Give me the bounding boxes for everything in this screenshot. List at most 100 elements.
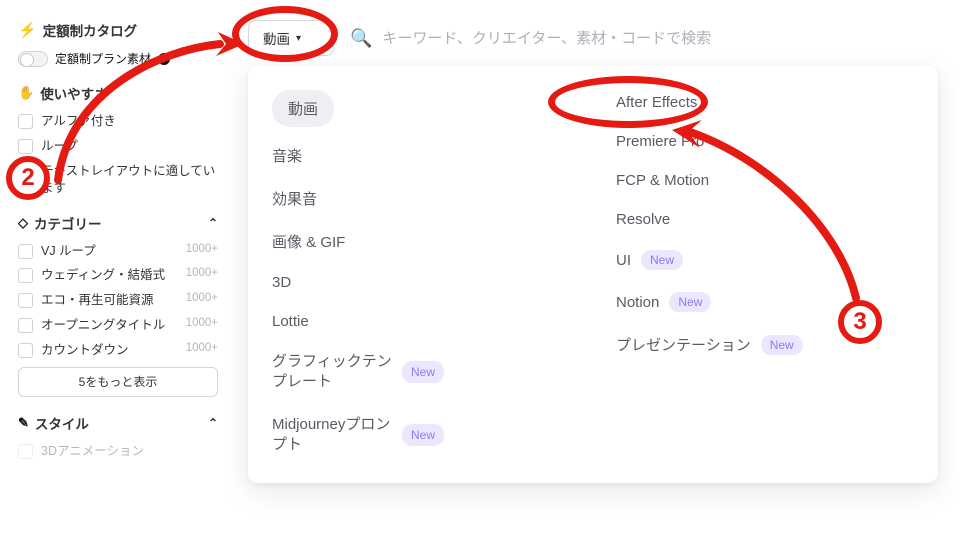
panel-item-midjourney[interactable]: Midjourneyプロンプト New (272, 411, 570, 460)
catalog-title: ⚡ 定額制カタログ (18, 20, 218, 40)
checkbox[interactable] (18, 343, 33, 358)
usability-section: ✋ 使いやすさ アルファ付き ループ テキストレイアウトに適しています (18, 83, 218, 197)
new-badge: New (641, 250, 683, 270)
panel-item-label: FCP & Motion (616, 172, 709, 189)
panel-item-fcp-motion[interactable]: FCP & Motion (616, 168, 914, 193)
checkbox-label: オープニングタイトル (41, 317, 178, 334)
panel-item-image-gif[interactable]: 画像 & GIF (272, 227, 570, 256)
category-section: ◇ カテゴリー ⌃ VJ ループ 1000+ ウェディング・結婚式 1000+ … (18, 213, 218, 397)
category-header[interactable]: ◇ カテゴリー ⌃ (18, 213, 218, 233)
caret-down-icon: ▾ (296, 33, 301, 44)
checkbox[interactable] (18, 139, 33, 154)
style-title: スタイル (35, 413, 89, 433)
panel-item-ui[interactable]: UI New (616, 246, 914, 274)
panel-item-label: Resolve (616, 211, 670, 228)
panel-item-premiere-pro[interactable]: Premiere Pro (616, 129, 914, 154)
count: 1000+ (186, 243, 218, 255)
checkbox-label: アルファ付き (41, 113, 218, 130)
usability-title: 使いやすさ (40, 83, 108, 103)
panel-item-label: 3D (272, 274, 291, 291)
info-icon[interactable]: i (158, 53, 170, 65)
panel-item-label: 音楽 (272, 145, 302, 166)
panel-item-resolve[interactable]: Resolve (616, 207, 914, 232)
checkbox[interactable] (18, 114, 33, 129)
new-badge: New (402, 424, 444, 446)
usability-item-textlayout[interactable]: テキストレイアウトに適しています (18, 163, 218, 197)
category-title: カテゴリー (34, 213, 102, 233)
panel-item-label: UI (616, 252, 631, 269)
panel-item-graphic-templates[interactable]: グラフィックテンプレート New (272, 348, 570, 397)
panel-col-1: 動画 音楽 効果音 画像 & GIF 3D Lottie グラフィックテンプレー… (272, 90, 570, 459)
panel-col-2: After Effects Premiere Pro FCP & Motion … (616, 90, 914, 459)
search-input[interactable] (382, 30, 932, 47)
plan-toggle[interactable] (18, 51, 48, 67)
count: 1000+ (186, 292, 218, 304)
type-dropdown[interactable]: 動画 ▾ (248, 20, 334, 56)
checkbox-label: ループ (41, 138, 218, 155)
usability-header[interactable]: ✋ 使いやすさ (18, 83, 218, 103)
catalog-title-text: 定額制カタログ (43, 20, 138, 40)
panel-item-label: Midjourneyプロンプト (272, 415, 392, 456)
checkbox-label: 3Dアニメーション (41, 443, 218, 460)
panel-item-3d[interactable]: 3D (272, 270, 570, 295)
style-header[interactable]: ✎ スタイル ⌃ (18, 413, 218, 433)
panel-item-label: Premiere Pro (616, 133, 704, 150)
checkbox[interactable] (18, 318, 33, 333)
panel-item-label: Notion (616, 294, 659, 311)
panel-item-sfx[interactable]: 効果音 (272, 184, 570, 213)
type-dropdown-panel: 動画 音楽 効果音 画像 & GIF 3D Lottie グラフィックテンプレー… (248, 66, 938, 483)
panel-item-video[interactable]: 動画 (272, 90, 570, 127)
search-icon: 🔍 (350, 28, 372, 49)
pill: 動画 (272, 90, 334, 127)
panel-item-music[interactable]: 音楽 (272, 141, 570, 170)
show-more-button[interactable]: 5をもっと表示 (18, 367, 218, 397)
checkbox-label: テキストレイアウトに適しています (41, 163, 218, 197)
style-item[interactable]: 3Dアニメーション (18, 443, 218, 460)
tag-icon: ◇ (18, 215, 28, 231)
count: 1000+ (186, 267, 218, 279)
checkbox[interactable] (18, 293, 33, 308)
count: 1000+ (186, 317, 218, 329)
panel-item-label: プレゼンテーション (616, 334, 751, 355)
new-badge: New (669, 292, 711, 312)
panel-item-lottie[interactable]: Lottie (272, 309, 570, 334)
catalog-section: ⚡ 定額制カタログ 定額制プラン素材 i (18, 20, 218, 67)
panel-item-label: After Effects (616, 94, 697, 111)
chevron-up-icon: ⌃ (208, 416, 218, 430)
category-item[interactable]: ウェディング・結婚式 1000+ (18, 267, 218, 284)
new-badge: New (761, 335, 803, 355)
checkbox[interactable] (18, 244, 33, 259)
hand-icon: ✋ (18, 85, 34, 101)
style-section: ✎ スタイル ⌃ 3Dアニメーション (18, 413, 218, 460)
plan-row: 定額制プラン素材 i (18, 50, 218, 67)
panel-item-label: 画像 & GIF (272, 231, 345, 252)
topbar: 動画 ▾ 🔍 (248, 18, 932, 58)
checkbox-label: エコ・再生可能資源 (41, 292, 178, 309)
panel-item-after-effects[interactable]: After Effects (616, 90, 914, 115)
category-item[interactable]: オープニングタイトル 1000+ (18, 317, 218, 334)
checkbox-label: ウェディング・結婚式 (41, 267, 178, 284)
search-wrap: 🔍 (344, 28, 932, 49)
chevron-up-icon: ⌃ (208, 216, 218, 230)
panel-item-label: Lottie (272, 313, 309, 330)
brush-icon: ✎ (18, 415, 29, 431)
panel-item-presentation[interactable]: プレゼンテーション New (616, 330, 914, 359)
new-badge: New (402, 361, 444, 383)
sidebar: ⚡ 定額制カタログ 定額制プラン素材 i ✋ 使いやすさ アルファ付き ループ … (0, 0, 232, 540)
plan-label: 定額制プラン素材 (55, 50, 151, 67)
checkbox[interactable] (18, 268, 33, 283)
checkbox[interactable] (18, 444, 33, 459)
checkbox-label: VJ ループ (41, 243, 178, 260)
category-item[interactable]: VJ ループ 1000+ (18, 243, 218, 260)
usability-item-alpha[interactable]: アルファ付き (18, 113, 218, 130)
checkbox-label: カウントダウン (41, 342, 178, 359)
category-item[interactable]: エコ・再生可能資源 1000+ (18, 292, 218, 309)
panel-item-notion[interactable]: Notion New (616, 288, 914, 316)
checkbox[interactable] (18, 164, 33, 179)
category-item[interactable]: カウントダウン 1000+ (18, 342, 218, 359)
usability-item-loop[interactable]: ループ (18, 138, 218, 155)
bolt-icon: ⚡ (18, 21, 37, 39)
panel-item-label: グラフィックテンプレート (272, 352, 392, 393)
panel-item-label: 効果音 (272, 188, 317, 209)
type-selected: 動画 (263, 28, 290, 48)
